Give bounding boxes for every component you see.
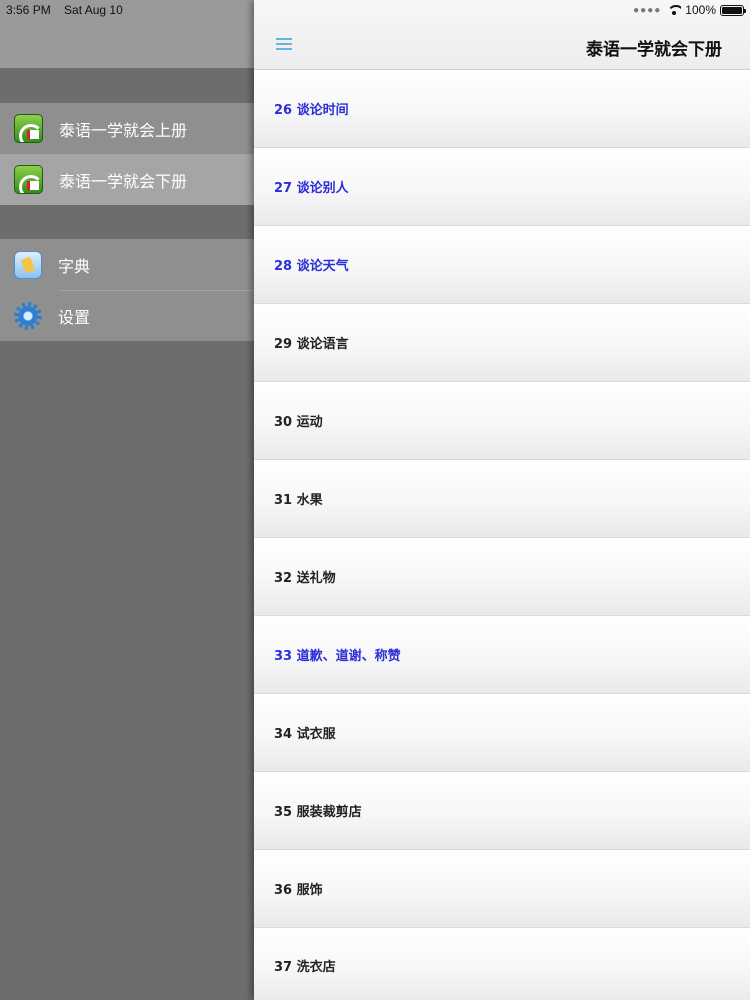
menu-icon-line — [276, 48, 292, 50]
status-bar-right: ●●●● 100% — [633, 3, 746, 17]
battery-icon — [720, 4, 746, 16]
sidebar-item-label: 设置 — [58, 307, 91, 327]
menu-icon-line — [276, 43, 292, 45]
signal-icon: ●●●● — [633, 4, 662, 16]
book-icon — [14, 114, 43, 143]
sidebar-item-settings[interactable]: 设置 — [0, 290, 254, 341]
list-item-lesson-36[interactable]: 36 服饰 — [254, 850, 750, 928]
list-item-lesson-35[interactable]: 35 服装裁剪店 — [254, 772, 750, 850]
lesson-list: 26 谈论时间 27 谈论别人 28 谈论天气 29 谈论语言 30 运动 31… — [254, 70, 750, 1000]
wifi-icon — [667, 5, 682, 15]
status-time: 3:56 PM — [6, 3, 51, 17]
dictionary-icon — [14, 250, 42, 279]
navigation-bar: ●●●● 100% 泰语一学就会下册 — [254, 0, 750, 70]
list-item-lesson-27[interactable]: 27 谈论别人 — [254, 148, 750, 226]
menu-button[interactable] — [276, 36, 294, 52]
list-item-lesson-31[interactable]: 31 水果 — [254, 460, 750, 538]
book-icon — [14, 165, 43, 194]
list-item-lesson-33[interactable]: 33 道歉、道谢、称赞 — [254, 616, 750, 694]
menu-icon-line — [276, 38, 292, 40]
status-date: Sat Aug 10 — [64, 3, 123, 17]
list-item-lesson-32[interactable]: 32 送礼物 — [254, 538, 750, 616]
status-bar-left: 3:56 PM Sat Aug 10 — [6, 3, 123, 17]
page-title: 泰语一学就会下册 — [586, 40, 722, 60]
list-item-lesson-30[interactable]: 30 运动 — [254, 382, 750, 460]
main-panel: ●●●● 100% 泰语一学就会下册 26 谈论时间 27 谈论别人 28 谈论… — [254, 0, 750, 1000]
list-item-lesson-37[interactable]: 37 洗衣店 — [254, 928, 750, 1000]
sidebar-books-group: 泰语一学就会上册 泰语一学就会下册 — [0, 103, 254, 205]
sidebar: 3:56 PM Sat Aug 10 泰语一学就会上册 泰语一学就会下册 字典 … — [0, 0, 254, 1000]
list-item-lesson-26[interactable]: 26 谈论时间 — [254, 70, 750, 148]
sidebar-item-book-1[interactable]: 泰语一学就会上册 — [0, 103, 254, 154]
sidebar-header: 3:56 PM Sat Aug 10 — [0, 0, 254, 68]
sidebar-item-label: 字典 — [58, 256, 91, 276]
list-item-lesson-34[interactable]: 34 试衣服 — [254, 694, 750, 772]
battery-percentage: 100% — [685, 3, 716, 17]
sidebar-item-book-2[interactable]: 泰语一学就会下册 — [0, 154, 254, 205]
sidebar-item-label: 泰语一学就会下册 — [59, 171, 188, 191]
list-item-lesson-29[interactable]: 29 谈论语言 — [254, 304, 750, 382]
gear-icon — [14, 301, 42, 330]
sidebar-item-dictionary[interactable]: 字典 — [0, 239, 254, 290]
list-item-lesson-28[interactable]: 28 谈论天气 — [254, 226, 750, 304]
sidebar-tools-group: 字典 设置 — [0, 239, 254, 341]
sidebar-item-label: 泰语一学就会上册 — [59, 120, 188, 140]
